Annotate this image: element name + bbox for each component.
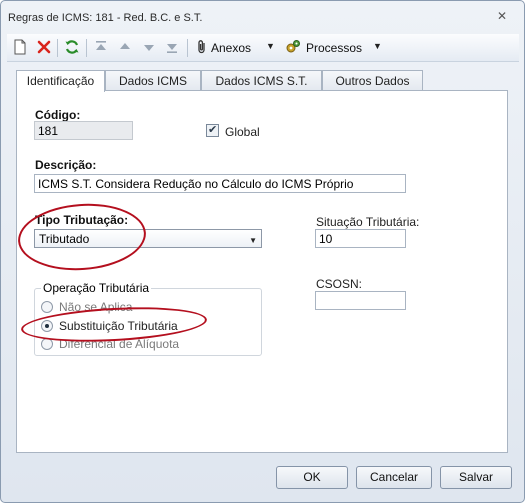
window-title: Regras de ICMS: 181 - Red. B.C. e S.T. bbox=[8, 12, 203, 24]
global-checkbox[interactable]: ✔ bbox=[206, 124, 219, 137]
move-last-icon[interactable] bbox=[164, 39, 180, 55]
move-first-icon[interactable] bbox=[93, 39, 109, 55]
delete-icon[interactable] bbox=[36, 39, 52, 55]
radio-nao-se-aplica[interactable] bbox=[41, 301, 53, 313]
ok-button[interactable]: OK bbox=[276, 466, 348, 489]
processes-menu[interactable]: Processos bbox=[306, 41, 362, 55]
new-document-icon[interactable] bbox=[12, 39, 28, 55]
csosn-label: CSOSN: bbox=[316, 277, 363, 291]
toolbar: Anexos ▼ Processos ▼ bbox=[7, 34, 519, 62]
checkmark-icon: ✔ bbox=[208, 124, 218, 136]
operacao-tributaria-title: Operação Tributária bbox=[41, 281, 152, 295]
codigo-label: Código: bbox=[35, 108, 81, 122]
situacao-tributaria-label: Situação Tributária: bbox=[316, 215, 420, 229]
tab-dados-icms[interactable]: Dados ICMS bbox=[105, 70, 201, 91]
toolbar-separator bbox=[86, 39, 87, 57]
tab-panel bbox=[16, 90, 508, 453]
chevron-down-icon[interactable]: ▼ bbox=[266, 41, 275, 51]
codigo-field: 181 bbox=[34, 121, 133, 140]
tab-outros-dados[interactable]: Outros Dados bbox=[322, 70, 423, 91]
dialog-window: Regras de ICMS: 181 - Red. B.C. e S.T. ✕ bbox=[0, 0, 525, 503]
move-up-icon[interactable] bbox=[117, 39, 133, 55]
descricao-input[interactable]: ICMS S.T. Considera Redução no Cálculo d… bbox=[34, 174, 406, 193]
situacao-tributaria-input[interactable]: 10 bbox=[315, 229, 406, 248]
tab-identificacao[interactable]: Identificação bbox=[16, 70, 105, 92]
cancel-button[interactable]: Cancelar bbox=[356, 466, 432, 489]
title-bar: Regras de ICMS: 181 - Red. B.C. e S.T. ✕ bbox=[1, 1, 524, 33]
descricao-label: Descrição: bbox=[35, 158, 97, 172]
save-button[interactable]: Salvar bbox=[440, 466, 512, 489]
move-down-icon[interactable] bbox=[141, 39, 157, 55]
paperclip-icon[interactable] bbox=[194, 39, 210, 55]
toolbar-separator bbox=[57, 39, 58, 57]
global-label: Global bbox=[225, 125, 260, 139]
csosn-input[interactable] bbox=[315, 291, 406, 310]
close-icon[interactable]: ✕ bbox=[494, 8, 510, 24]
attachments-menu[interactable]: Anexos bbox=[211, 41, 251, 55]
chevron-down-icon[interactable]: ▼ bbox=[373, 41, 382, 51]
gears-icon[interactable] bbox=[285, 39, 301, 55]
tab-dados-icms-st[interactable]: Dados ICMS S.T. bbox=[201, 70, 322, 91]
refresh-icon[interactable] bbox=[64, 39, 80, 55]
toolbar-separator bbox=[187, 39, 188, 57]
chevron-down-icon: ▼ bbox=[249, 236, 257, 245]
